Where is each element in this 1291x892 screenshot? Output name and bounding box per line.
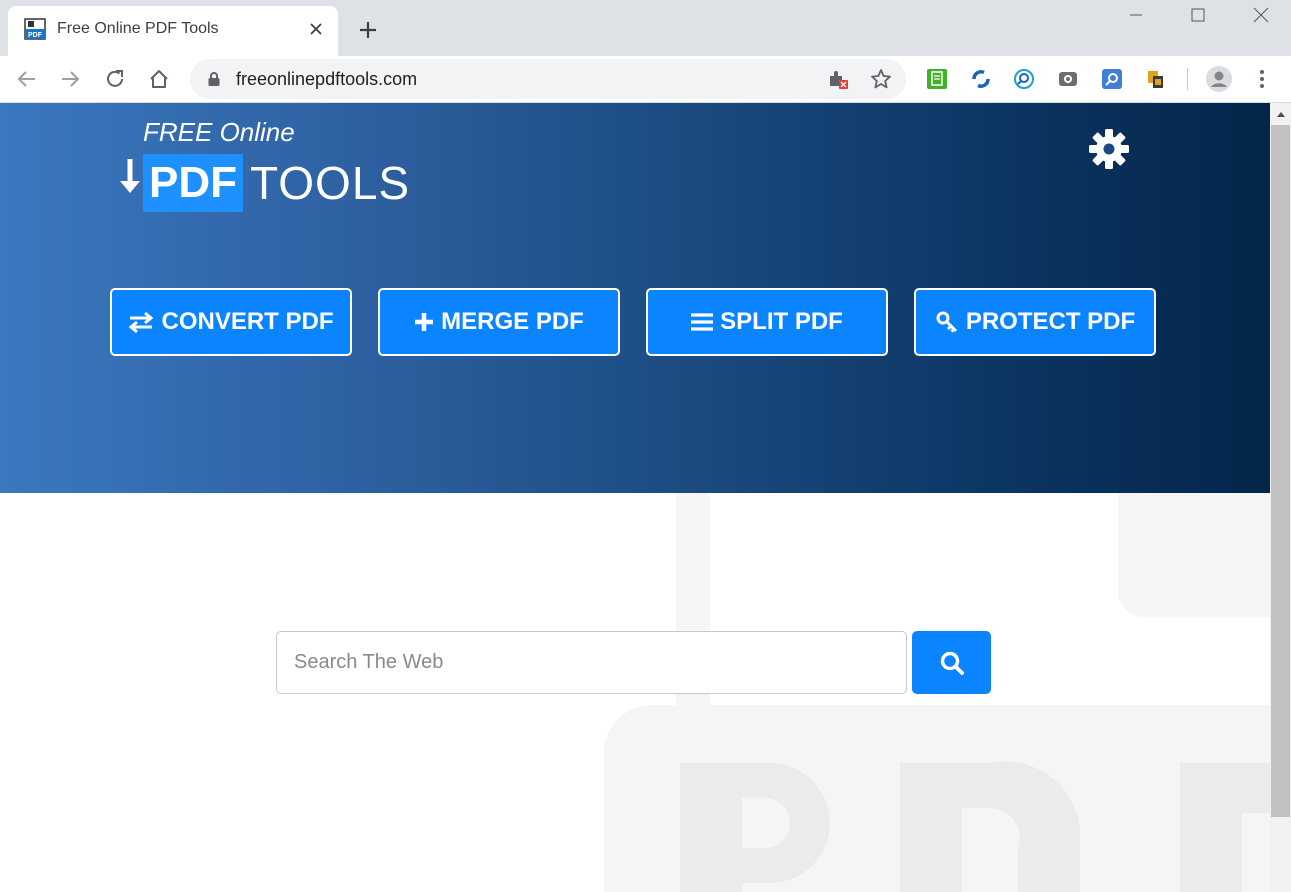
bars-icon	[691, 312, 714, 332]
merge-pdf-button[interactable]: MERGE PDF	[378, 288, 620, 356]
lock-icon	[208, 72, 220, 86]
site-logo[interactable]: FREE Online PDF TOOLS	[118, 117, 409, 212]
watermark-shape	[1118, 493, 1270, 617]
tab-close-icon[interactable]	[304, 17, 328, 41]
browser-tab-strip: PDF Free Online PDF Tools	[0, 0, 1291, 56]
reload-icon[interactable]	[101, 65, 129, 93]
convert-pdf-button[interactable]: CONVERT PDF	[110, 288, 352, 356]
new-tab-button[interactable]	[355, 17, 381, 43]
down-arrow-icon	[120, 159, 140, 193]
browser-menu-icon[interactable]	[1250, 67, 1274, 91]
convert-pdf-label: CONVERT PDF	[161, 308, 334, 335]
sync-extension-icon[interactable]	[969, 67, 993, 91]
extension-blocked-icon[interactable]	[826, 67, 850, 91]
minimize-icon[interactable]	[1125, 4, 1147, 26]
files-extension-icon[interactable]	[1144, 67, 1168, 91]
toolbar-separator	[1187, 68, 1188, 90]
home-icon[interactable]	[145, 65, 173, 93]
merge-pdf-label: MERGE PDF	[441, 308, 584, 335]
browser-tab[interactable]: PDF Free Online PDF Tools	[8, 6, 338, 56]
profile-avatar-icon[interactable]	[1206, 66, 1232, 92]
logo-tagline: FREE Online	[143, 117, 295, 147]
protect-pdf-label: PROTECT PDF	[965, 308, 1136, 335]
url-text: freeonlinepdftools.com	[236, 69, 418, 89]
scrollbar-thumb[interactable]	[1271, 125, 1290, 817]
search-button[interactable]	[912, 631, 991, 694]
plus-icon	[414, 312, 434, 332]
forward-arrow-icon[interactable]	[56, 65, 84, 93]
split-pdf-button[interactable]: SPLIT PDF	[646, 288, 888, 356]
hero-banner: FREE Online PDF TOOLS CONVERT PDF MERGE …	[0, 103, 1270, 493]
browser-toolbar: freeonlinepdftools.com	[0, 56, 1291, 103]
camera-extension-icon[interactable]	[1056, 67, 1080, 91]
logo-tools-text: TOOLS	[250, 157, 411, 209]
watermark-pdf-letters	[680, 761, 1270, 892]
search-ring-extension-icon[interactable]	[1012, 67, 1036, 91]
back-arrow-icon[interactable]	[13, 65, 41, 93]
window-close-icon[interactable]	[1250, 4, 1272, 26]
logo-pdf-text: PDF	[143, 154, 243, 212]
maximize-icon[interactable]	[1187, 4, 1209, 26]
green-document-extension-icon[interactable]	[925, 67, 949, 91]
page-viewport: FREE Online PDF TOOLS CONVERT PDF MERGE …	[0, 103, 1270, 892]
svg-text:PDF: PDF	[28, 32, 43, 39]
tab-title: Free Online PDF Tools	[57, 20, 219, 37]
web-search-input[interactable]	[276, 631, 907, 694]
address-bar[interactable]: freeonlinepdftools.com	[190, 59, 906, 99]
scroll-up-arrow-icon[interactable]	[1270, 103, 1291, 125]
magnifier-extension-icon[interactable]	[1100, 67, 1124, 91]
swap-arrows-icon	[128, 311, 154, 333]
settings-gear-icon[interactable]	[1088, 128, 1130, 170]
key-icon	[935, 310, 959, 334]
split-pdf-label: SPLIT PDF	[720, 308, 843, 335]
search-icon	[940, 651, 964, 675]
vertical-scrollbar[interactable]	[1270, 103, 1291, 892]
bookmark-star-icon[interactable]	[869, 67, 893, 91]
pdf-favicon-icon: PDF	[24, 18, 46, 40]
protect-pdf-button[interactable]: PROTECT PDF	[914, 288, 1156, 356]
